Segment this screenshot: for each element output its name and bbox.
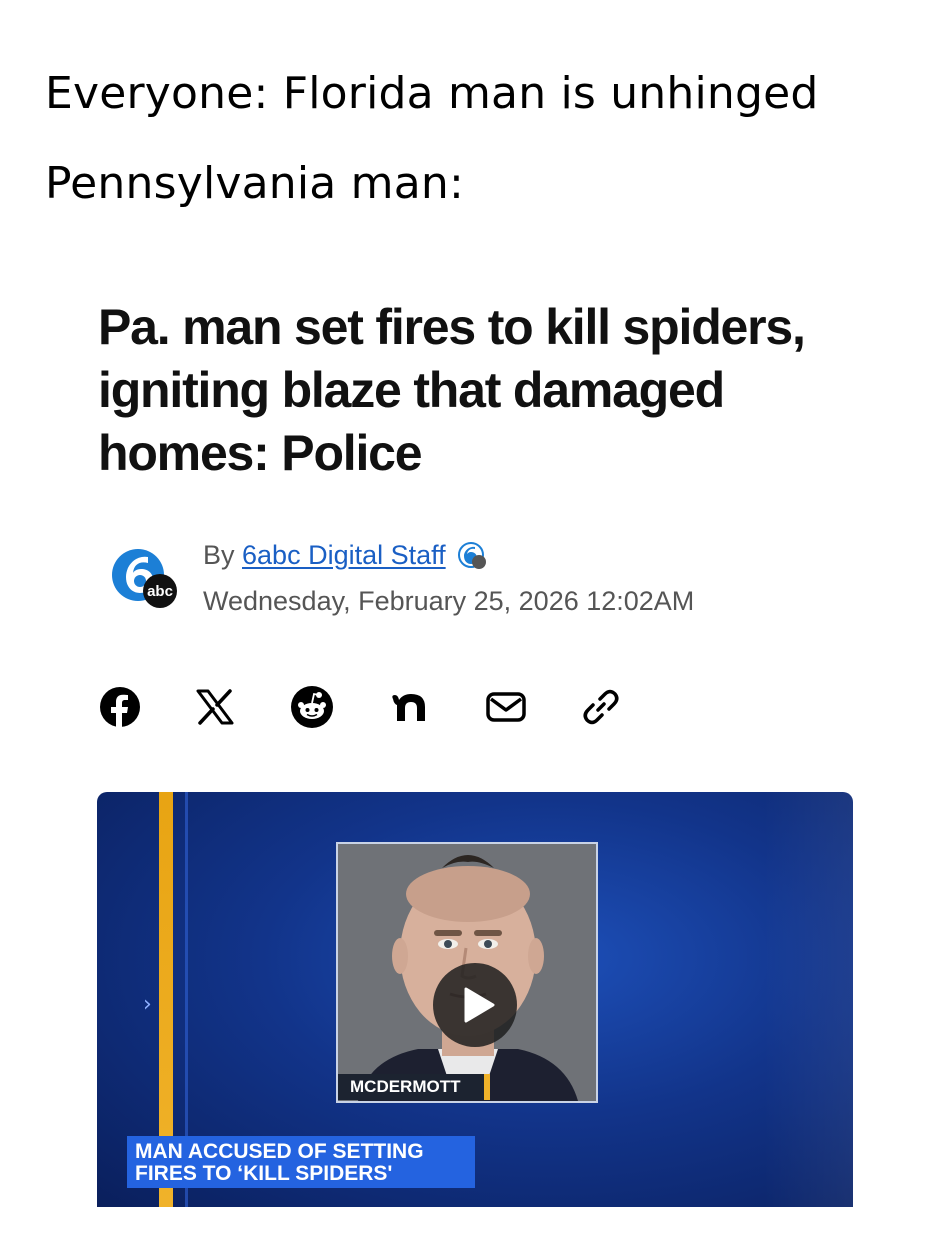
facebook-share-button[interactable]	[98, 684, 142, 730]
reddit-share-button[interactable]	[289, 684, 335, 730]
email-icon	[486, 692, 526, 722]
x-icon	[196, 689, 234, 725]
author-logo-icon	[458, 542, 487, 569]
meme-caption-line-1: Everyone: Florida man is unhinged	[45, 68, 819, 119]
logo-text: abc	[147, 583, 173, 600]
byline: By 6abc Digital Staff	[203, 540, 487, 571]
video-background-panel	[763, 792, 853, 1207]
nextdoor-share-button[interactable]	[388, 684, 432, 730]
play-icon	[464, 987, 495, 1023]
link-icon	[583, 689, 619, 725]
author-link[interactable]: 6abc Digital Staff	[242, 540, 446, 570]
nextdoor-icon	[392, 694, 425, 721]
x-share-button[interactable]	[193, 684, 237, 730]
chevron-right-icon: ›	[143, 992, 152, 1017]
email-share-button[interactable]	[484, 684, 528, 730]
facebook-icon	[100, 687, 140, 727]
nameplate: MCDERMOTT	[338, 1074, 488, 1100]
meme-caption-line-2: Pennsylvania man:	[45, 158, 464, 209]
byline-prefix: By	[203, 540, 243, 570]
reddit-icon	[291, 686, 333, 728]
publish-date: Wednesday, February 25, 2026 12:02AM	[203, 586, 695, 616]
lower-third-caption: MAN ACCUSED OF SETTING FIRES TO ‘KILL SP…	[127, 1136, 475, 1188]
article-headline: Pa. man set fires to kill spiders, ignit…	[98, 299, 806, 481]
abc-6-logo: abc	[112, 549, 177, 608]
play-button[interactable]	[433, 963, 517, 1047]
copy-link-button[interactable]	[578, 684, 624, 730]
nameplate-accent	[484, 1074, 490, 1100]
